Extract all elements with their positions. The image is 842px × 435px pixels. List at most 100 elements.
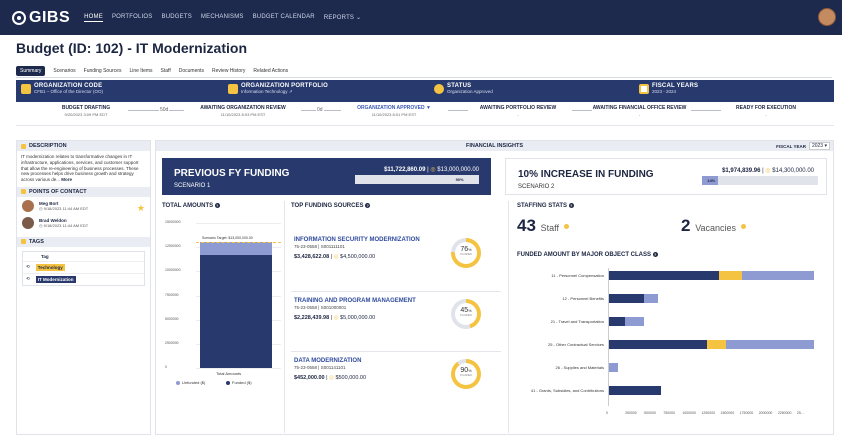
left-sidebar: DESCRIPTION IT modernization relates to …: [16, 140, 151, 435]
tab-line-items[interactable]: Line Items: [129, 66, 152, 76]
x-tick-label: 750000: [663, 411, 675, 415]
tab-documents[interactable]: Documents: [179, 66, 204, 76]
step-date: -: [765, 112, 767, 117]
funding-source-item[interactable]: TRAINING AND PROGRAM MANAGEMENT 75-23-05…: [294, 298, 464, 321]
avatar: [22, 199, 34, 212]
tab-review-history[interactable]: Review History: [212, 66, 245, 76]
step-name: AWAITING PORTFOLIO REVIEW: [479, 105, 557, 111]
source-id: 75-23-0558 | S001111101: [294, 244, 345, 249]
card-scenario: SCENARIO 2: [518, 184, 555, 190]
unlink-icon[interactable]: ⟲: [26, 264, 30, 270]
row-divider: [291, 291, 501, 292]
description-header: DESCRIPTION: [17, 141, 150, 151]
object-class-heading: FUNDED AMOUNT BY MAJOR OBJECT CLASS ?: [517, 252, 658, 258]
tab-funding-sources[interactable]: Funding Sources: [84, 66, 122, 76]
bar-segment[interactable]: [608, 363, 618, 372]
bar-segment[interactable]: [644, 294, 658, 303]
tab-related-actions[interactable]: Related Actions: [253, 66, 288, 76]
source-amounts: $452,000.00 | ◎ $500,000.00: [294, 375, 367, 381]
unlink-icon[interactable]: ⟲: [26, 276, 30, 282]
app-logo[interactable]: GIBS: [12, 9, 70, 27]
contact-item[interactable]: Meg Bort ◷ 9/18/2023 11:44 AM EDT ★: [17, 197, 150, 214]
bar-funded[interactable]: [200, 254, 272, 368]
legend-item[interactable]: Funded ($): [226, 380, 252, 385]
tab-divider: [16, 77, 832, 78]
percent-sign: %: [468, 308, 472, 313]
source-name[interactable]: DATA MODERNIZATION: [294, 358, 464, 365]
tab-scenarios[interactable]: Scenarios: [53, 66, 75, 76]
help-icon[interactable]: ?: [365, 203, 371, 208]
bar-segment[interactable]: [608, 317, 626, 326]
nav-budget-calendar[interactable]: BUDGET CALENDAR: [253, 14, 315, 22]
source-funded: $452,000.00: [294, 375, 325, 381]
bar-segment[interactable]: [625, 317, 645, 326]
percent-sign: %: [468, 247, 472, 252]
bar-segment[interactable]: [726, 340, 815, 349]
bar-segment[interactable]: [718, 271, 742, 280]
y-tick-label: 10000000: [165, 268, 181, 273]
tags-table: Tag ⟲ Technology ⟲ IT Modernization: [22, 250, 145, 286]
source-name[interactable]: TRAINING AND PROGRAM MANAGEMENT: [294, 298, 464, 305]
nav-budgets[interactable]: BUDGETS: [162, 14, 192, 22]
bar-segment[interactable]: [608, 386, 662, 395]
step-name: ORGANIZATION APPROVED ▼: [357, 105, 431, 111]
ring-center: 90% PLANNED: [455, 363, 477, 385]
bar-segment[interactable]: [741, 271, 815, 280]
total-amounts-heading: TOTAL AMOUNTS ?: [162, 203, 220, 209]
contact-item[interactable]: Brad Weldon ◷ 9/18/2023 11:44 AM EDT: [17, 214, 150, 231]
workflow-step[interactable]: AWAITING ORGANIZATION REVIEW 11/10/2023 …: [188, 105, 298, 117]
tab-staff[interactable]: Staff: [161, 66, 171, 76]
nav-home[interactable]: HOME: [84, 14, 103, 22]
tag-chip[interactable]: IT Modernization: [35, 275, 76, 283]
tab-summary[interactable]: Summary: [16, 66, 46, 76]
portfolio-link[interactable]: Information Technology ↗: [241, 89, 328, 95]
ring-value: 45: [460, 307, 469, 314]
vacancies-label: Vacancies: [695, 223, 737, 233]
more-link[interactable]: More: [61, 177, 72, 182]
page-title: Budget (ID: 102) - IT Modernization: [16, 40, 247, 56]
workflow-step[interactable]: BUDGET DRAFTING 9/20/2023 3:09 PM EDT: [46, 105, 126, 117]
progress-fill: 14%: [702, 176, 719, 185]
nav-portfolios[interactable]: PORTFOLIOS: [112, 14, 153, 22]
help-icon[interactable]: ?: [568, 203, 574, 208]
staff-count: 43 Staff: [517, 216, 569, 236]
globe-icon: [12, 10, 26, 25]
sun-icon: [434, 84, 444, 94]
tag-chip[interactable]: Technology: [35, 263, 65, 271]
legend-item[interactable]: Unfunded ($): [176, 380, 205, 385]
bar-segment[interactable]: [608, 271, 719, 280]
workflow-connector: [691, 110, 721, 111]
bar-segment[interactable]: [608, 340, 708, 349]
funding-source-item[interactable]: INFORMATION SECURITY MODERNIZATION 75-23…: [294, 237, 464, 260]
financial-insights-panel: FINANCIAL INSIGHTS FISCAL YEAR 2023 ▾ PR…: [155, 140, 834, 435]
workflow-step-current[interactable]: ORGANIZATION APPROVED ▼ 11/10/2023 8:01 …: [344, 105, 444, 117]
nav-reports[interactable]: REPORTS ⌄: [324, 14, 361, 22]
tag-row: ⟲ IT Modernization: [23, 272, 144, 285]
source-name[interactable]: INFORMATION SECURITY MODERNIZATION: [294, 237, 464, 244]
workflow-step[interactable]: AWAITING PORTFOLIO REVIEW -: [468, 105, 568, 117]
workflow-step[interactable]: AWAITING FINANCIAL OFFICE REVIEW -: [592, 105, 687, 117]
step-date: 11/10/2023 8:03 PM EST: [220, 112, 266, 117]
x-tick-label: 1500000: [720, 411, 735, 415]
fiscal-year-select[interactable]: 2023 ▾: [808, 142, 830, 150]
scenario-card-increase[interactable]: 10% INCREASE IN FUNDING SCENARIO 2 $1,97…: [505, 158, 827, 195]
top-sources-heading: TOP FUNDING SOURCES ?: [291, 203, 371, 209]
help-icon[interactable]: ?: [214, 203, 220, 208]
workflow-step[interactable]: READY FOR EXECUTION -: [721, 105, 811, 117]
user-avatar[interactable]: [818, 8, 836, 26]
scenario-card-previous[interactable]: PREVIOUS FY FUNDING SCENARIO 1 $11,722,8…: [162, 158, 491, 195]
funding-source-item[interactable]: DATA MODERNIZATION 75-23-0558 | S0011411…: [294, 358, 464, 381]
nav-mechanisms[interactable]: MECHANISMS: [201, 14, 244, 22]
folder-icon: [21, 143, 26, 149]
bar-unfunded[interactable]: [200, 242, 272, 255]
workflow-connector: [448, 110, 468, 111]
workflow-connector: [128, 110, 184, 111]
bar-segment[interactable]: [707, 340, 727, 349]
calendar-icon: [639, 84, 649, 94]
bar-segment[interactable]: [608, 294, 645, 303]
help-icon[interactable]: ?: [652, 252, 658, 257]
vacancies-count: 2 Vacancies: [681, 216, 746, 236]
status-value: Organization Approved: [447, 89, 493, 94]
star-icon[interactable]: ★: [137, 203, 145, 214]
avatar: [22, 216, 34, 229]
